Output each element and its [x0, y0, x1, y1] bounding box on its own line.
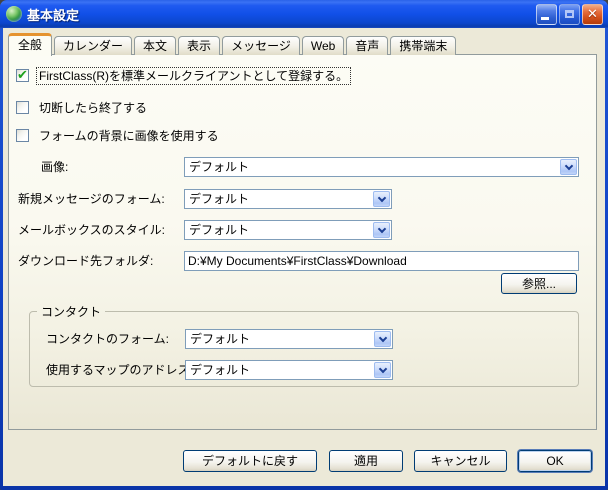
apply-button[interactable]: 適用	[329, 450, 403, 472]
image-select-value: デフォルト	[185, 158, 559, 176]
chevron-down-icon[interactable]	[374, 362, 391, 378]
contact-form-label: コンタクトのフォーム:	[46, 329, 169, 349]
new-message-form-select[interactable]: デフォルト	[184, 189, 392, 209]
maximize-icon	[565, 10, 574, 18]
contact-group-title: コンタクト	[37, 303, 105, 320]
checkbox-label: フォームの背景に画像を使用する	[37, 128, 221, 144]
new-message-form-select-value: デフォルト	[185, 190, 372, 208]
tab-body[interactable]: 本文	[134, 36, 176, 55]
check-icon: ✔	[17, 67, 28, 83]
map-address-row: 使用するマップのアドレス: デフォルト	[30, 360, 578, 380]
quit-on-disconnect-checkbox[interactable]	[16, 101, 29, 114]
checkbox-row-register-default-client: ✔ FirstClass(R)を標準メールクライアントとして登録する。	[16, 68, 350, 83]
maximize-button[interactable]	[559, 4, 580, 25]
new-message-form-label: 新規メッセージのフォーム:	[18, 189, 165, 209]
close-button[interactable]: ✕	[582, 4, 603, 25]
minimize-button[interactable]	[536, 4, 557, 25]
tab-display[interactable]: 表示	[178, 36, 220, 55]
contact-form-select-value: デフォルト	[186, 330, 373, 348]
window-title: 基本設定	[27, 5, 534, 24]
tab-mobile[interactable]: 携帯端末	[390, 36, 456, 55]
tab-general[interactable]: 全般	[8, 33, 52, 56]
close-icon: ✕	[587, 6, 598, 22]
map-address-select[interactable]: デフォルト	[185, 360, 393, 380]
firstclass-globe-icon	[6, 6, 22, 22]
checkbox-row-quit-on-disconnect: 切断したら終了する	[16, 100, 149, 115]
tab-panel-general: ✔ FirstClass(R)を標準メールクライアントとして登録する。 切断した…	[8, 54, 597, 430]
checkbox-row-form-background-image: フォームの背景に画像を使用する	[16, 128, 221, 143]
chevron-down-icon[interactable]	[373, 222, 390, 238]
register-default-client-checkbox[interactable]: ✔	[16, 69, 29, 82]
tab-calendar[interactable]: カレンダー	[54, 36, 132, 55]
mailbox-style-label: メールボックスのスタイル:	[18, 220, 165, 240]
dialog-body: 全般 カレンダー 本文 表示 メッセージ Web 音声 携帯端末 ✔ First…	[3, 28, 605, 486]
contact-form-select[interactable]: デフォルト	[185, 329, 393, 349]
checkbox-label: FirstClass(R)を標準メールクライアントとして登録する。	[37, 68, 350, 84]
map-address-label: 使用するマップのアドレス:	[46, 360, 193, 380]
mailbox-style-select-value: デフォルト	[185, 221, 372, 239]
image-label: 画像:	[41, 157, 68, 177]
mailbox-style-select[interactable]: デフォルト	[184, 220, 392, 240]
checkbox-label: 切断したら終了する	[37, 100, 149, 116]
cancel-button[interactable]: キャンセル	[414, 450, 507, 472]
contact-group: コンタクト コンタクトのフォーム: デフォルト 使用するマップのアドレス: デフ…	[29, 303, 579, 387]
download-folder-row: ダウンロード先フォルダ:	[9, 251, 596, 271]
form-background-image-checkbox[interactable]	[16, 129, 29, 142]
new-message-form-row: 新規メッセージのフォーム: デフォルト	[9, 189, 596, 209]
tab-bar: 全般 カレンダー 本文 表示 メッセージ Web 音声 携帯端末	[8, 32, 458, 55]
download-folder-label: ダウンロード先フォルダ:	[18, 251, 153, 271]
chevron-down-icon[interactable]	[373, 191, 390, 207]
browse-button[interactable]: 参照...	[501, 273, 577, 294]
ok-button[interactable]: OK	[518, 450, 592, 472]
tab-web[interactable]: Web	[302, 36, 344, 55]
tab-message[interactable]: メッセージ	[222, 36, 300, 55]
titlebar: 基本設定 ✕	[0, 0, 608, 28]
map-address-select-value: デフォルト	[186, 361, 373, 379]
tab-voice[interactable]: 音声	[346, 36, 388, 55]
image-select[interactable]: デフォルト	[184, 157, 579, 177]
chevron-down-icon[interactable]	[374, 331, 391, 347]
reset-defaults-button[interactable]: デフォルトに戻す	[183, 450, 317, 472]
download-folder-input[interactable]	[184, 251, 579, 271]
settings-window: 基本設定 ✕ 全般 カレンダー 本文 表示 メッセージ Web 音声 携帯端末 …	[0, 0, 608, 490]
image-row: 画像: デフォルト	[9, 157, 596, 177]
minimize-icon	[541, 17, 549, 20]
mailbox-style-row: メールボックスのスタイル: デフォルト	[9, 220, 596, 240]
contact-form-row: コンタクトのフォーム: デフォルト	[30, 329, 578, 349]
chevron-down-icon[interactable]	[560, 159, 577, 175]
